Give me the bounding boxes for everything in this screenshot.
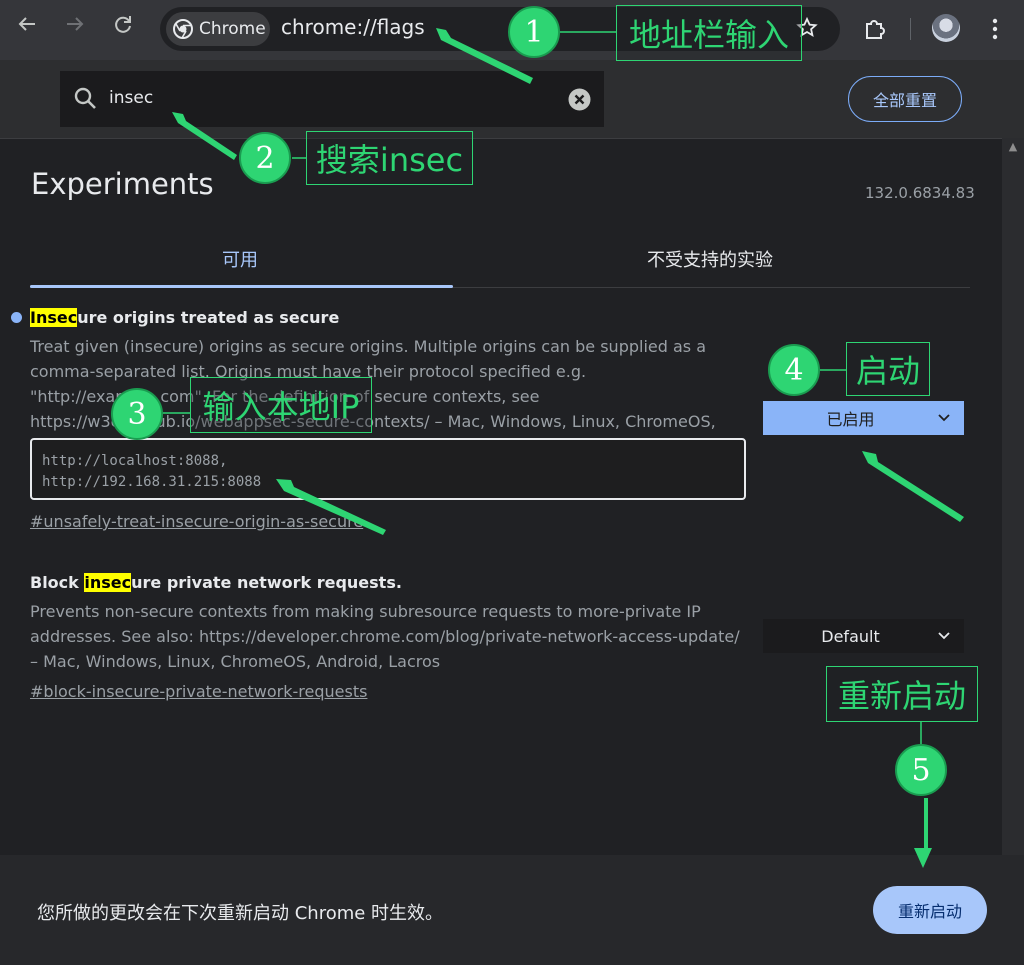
relaunch-message: 您所做的更改会在下次重新启动 Chrome 时生效。 bbox=[37, 903, 444, 924]
active-tab-indicator bbox=[30, 285, 453, 288]
flag-title-text: Block bbox=[30, 573, 85, 592]
annotation-label-2: 搜索insec bbox=[306, 131, 473, 185]
reset-all-button[interactable]: 全部重置 bbox=[848, 76, 962, 122]
select-value: 已启用 bbox=[826, 410, 875, 429]
flag-title-text: ure private network requests. bbox=[131, 573, 402, 592]
annotation-step-4: 4 bbox=[768, 344, 820, 396]
version-number: 132.0.6834.83 bbox=[865, 184, 975, 202]
annotation-step-2: 2 bbox=[239, 132, 291, 184]
reload-icon[interactable] bbox=[106, 13, 140, 43]
annotation-step-5: 5 bbox=[895, 744, 947, 796]
tab-unsupported[interactable]: 不受支持的实验 bbox=[500, 246, 920, 272]
search-highlight: insec bbox=[84, 573, 132, 592]
select-value: Default bbox=[821, 626, 880, 646]
tab-available[interactable]: 可用 bbox=[30, 246, 450, 272]
flag-title: Block insecure private network requests. bbox=[30, 573, 402, 592]
origins-textarea[interactable]: http://localhost:8088, http://192.168.31… bbox=[30, 438, 746, 500]
annotation-label-3: 输入本地IP bbox=[190, 377, 372, 433]
annotation-label-1: 地址栏输入 bbox=[616, 5, 802, 61]
annotation-label-5: 重新启动 bbox=[826, 666, 978, 722]
chevron-down-icon bbox=[938, 410, 964, 426]
scrollbar[interactable] bbox=[1002, 138, 1024, 855]
site-info-chip[interactable]: Chrome bbox=[166, 12, 270, 46]
annotation-step-3: 3 bbox=[111, 388, 163, 440]
search-icon bbox=[73, 86, 99, 116]
flag-state-select[interactable]: Default bbox=[763, 619, 964, 653]
modified-flag-dot bbox=[11, 312, 22, 323]
site-chip-label: Chrome bbox=[199, 19, 266, 39]
chrome-logo-icon bbox=[173, 19, 193, 39]
flag-link[interactable]: #block-insecure-private-network-requests bbox=[30, 682, 367, 701]
toolbar-divider bbox=[910, 18, 911, 40]
flag-state-select[interactable]: 已启用 bbox=[763, 401, 964, 435]
forward-icon[interactable] bbox=[58, 13, 92, 43]
page-title: Experiments bbox=[31, 167, 214, 201]
annotation-step-1: 1 bbox=[508, 6, 560, 58]
extensions-puzzle-icon[interactable] bbox=[862, 16, 888, 46]
flag-link[interactable]: #unsafely-treat-insecure-origin-as-secur… bbox=[30, 512, 363, 531]
search-input[interactable]: insec bbox=[109, 88, 153, 108]
clear-search-icon[interactable] bbox=[568, 88, 591, 115]
flag-title-text: ure origins treated as secure bbox=[77, 308, 340, 327]
chevron-down-icon bbox=[938, 628, 964, 644]
menu-kebab-icon[interactable] bbox=[984, 16, 1006, 46]
back-icon[interactable] bbox=[10, 13, 44, 43]
flag-title: Insecure origins treated as secure bbox=[30, 308, 339, 327]
search-highlight: Insec bbox=[30, 308, 78, 327]
scroll-up-icon[interactable]: ▲ bbox=[1002, 140, 1024, 153]
profile-avatar[interactable] bbox=[932, 14, 960, 42]
url-text[interactable]: chrome://flags bbox=[281, 15, 425, 39]
flag-description: Prevents non-secure contexts from making… bbox=[30, 602, 740, 671]
annotation-label-4: 启动 bbox=[846, 342, 930, 396]
relaunch-button[interactable]: 重新启动 bbox=[873, 886, 987, 934]
